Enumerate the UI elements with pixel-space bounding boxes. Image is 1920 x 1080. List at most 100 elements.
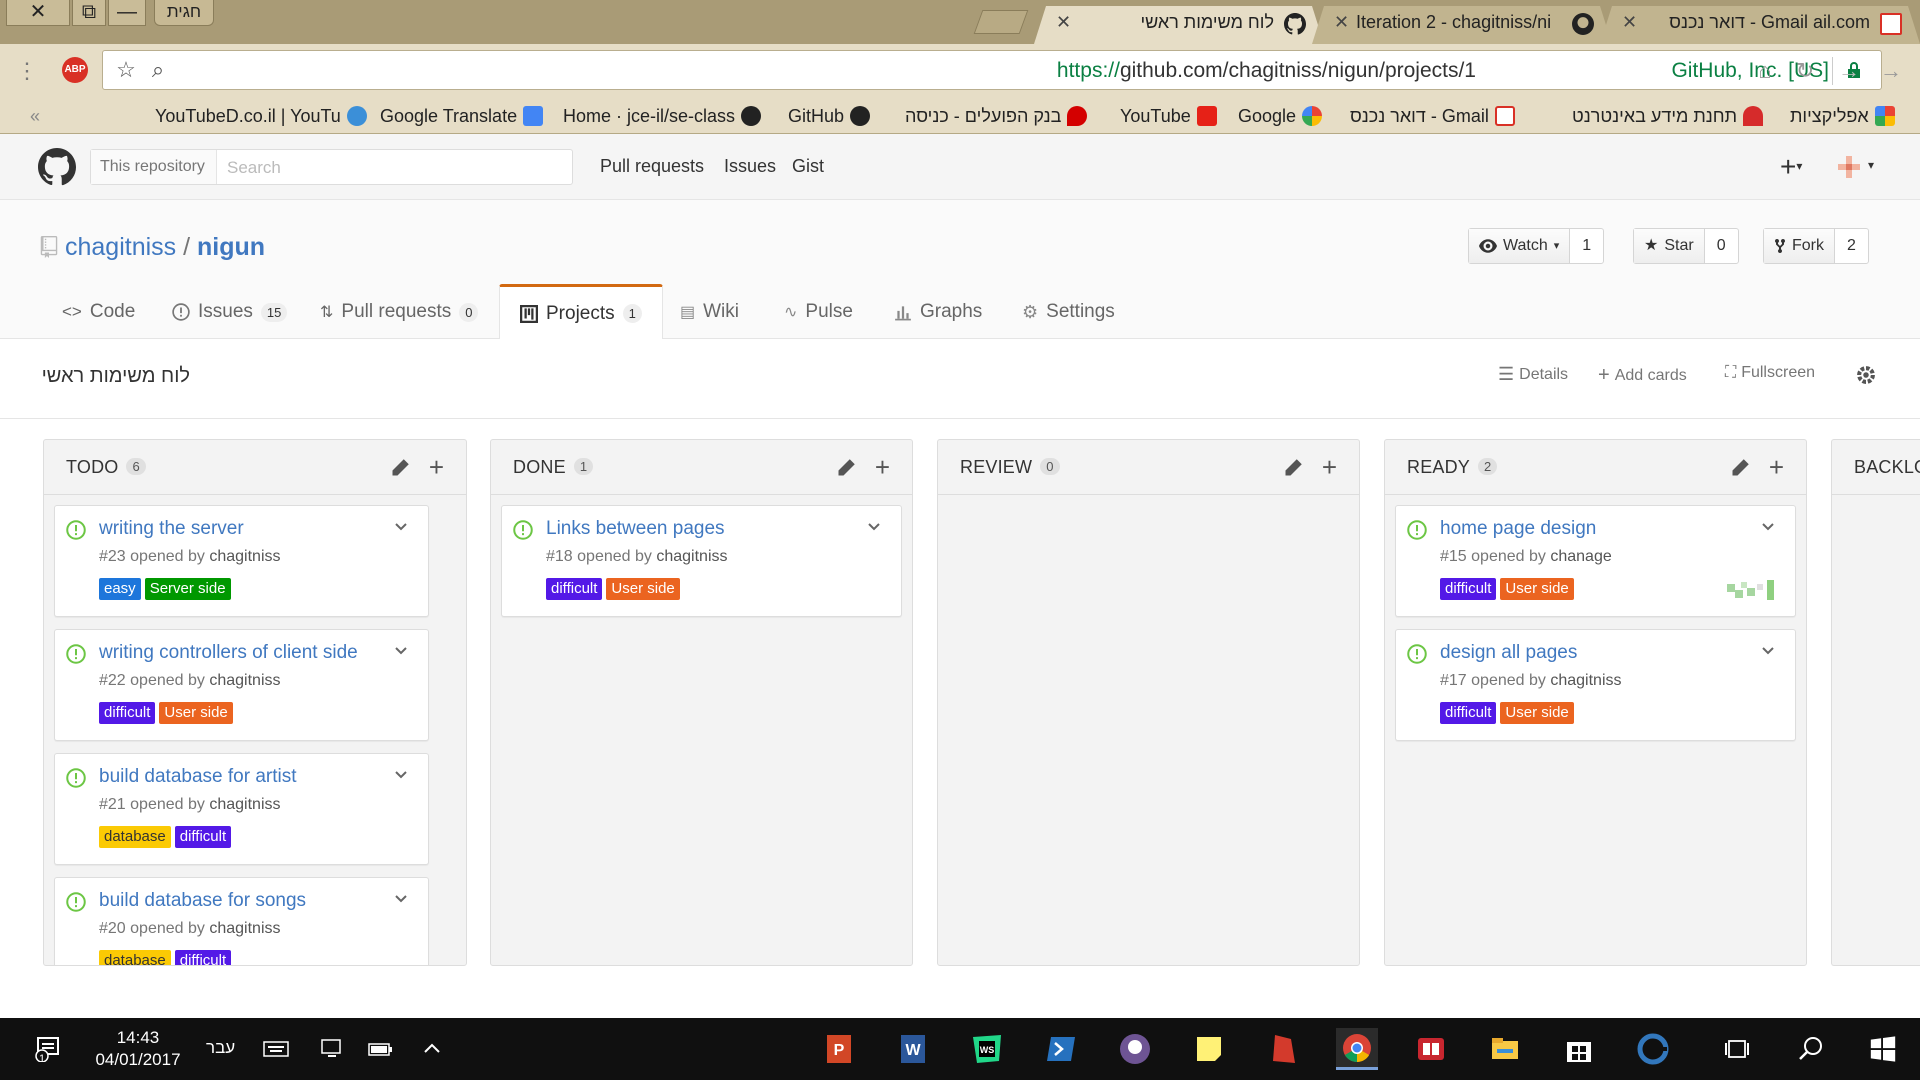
label-difficult[interactable]: difficult (1440, 578, 1497, 600)
star-button[interactable]: ★ Star (1634, 229, 1705, 263)
github-logo-icon[interactable] (38, 148, 76, 186)
label-difficult[interactable]: difficult (174, 826, 232, 848)
author-link[interactable]: chagitniss (209, 672, 280, 689)
search-input[interactable] (227, 156, 557, 180)
fullscreen-button[interactable]: ⛶ Fullscreen (1725, 364, 1815, 382)
reload-icon[interactable]: ↻ (1792, 58, 1818, 84)
sticky-notes-icon[interactable] (1188, 1028, 1230, 1070)
author-link[interactable]: chagitniss (209, 796, 280, 813)
chevron-down-icon[interactable] (394, 644, 408, 658)
tab-code[interactable]: <> Code (62, 284, 135, 340)
file-explorer-icon[interactable] (1484, 1028, 1526, 1070)
watch-count[interactable]: 1 (1570, 229, 1603, 263)
task-view-icon[interactable] (1716, 1028, 1758, 1070)
issue-title-link[interactable]: writing controllers of client side (99, 642, 358, 664)
nav-pull-requests[interactable]: Pull requests (600, 156, 704, 177)
tab-projects[interactable]: Projects 1 (499, 284, 663, 340)
home-icon[interactable]: ⌂ (1752, 58, 1778, 84)
edge-icon[interactable] (1632, 1028, 1674, 1070)
repo-name-link[interactable]: nigun (197, 233, 265, 261)
label-user-side[interactable]: User side (1500, 702, 1574, 724)
issue-card[interactable]: writing the server #23 opened by chagitn… (54, 505, 429, 617)
issue-title-link[interactable]: home page design (1440, 518, 1596, 540)
bookmark-info-station[interactable]: תחנת מידע באינטרנט (1572, 103, 1764, 129)
bookmark-apps[interactable]: אפליקציות (1790, 103, 1895, 129)
tab-close-icon[interactable]: ✕ (1056, 6, 1071, 38)
label-database[interactable]: database (99, 826, 171, 848)
label-user-side[interactable]: User side (1500, 578, 1574, 600)
assignee-avatar[interactable] (1727, 580, 1775, 602)
system-clock[interactable]: 14:43 04/01/2017 (90, 1027, 186, 1071)
bookmark-youtube[interactable]: YouTube (1120, 103, 1217, 129)
tab-graphs[interactable]: Graphs (894, 284, 982, 340)
menu-icon[interactable]: ⋮ (14, 58, 40, 84)
keyboard-icon[interactable] (262, 1036, 290, 1062)
chevron-down-icon[interactable] (394, 520, 408, 534)
fork-count[interactable]: 2 (1835, 229, 1868, 263)
tab-pull-requests[interactable]: ⇅ Pull requests 0 (320, 284, 479, 340)
bookmarks-overflow-icon[interactable]: « (30, 103, 40, 129)
show-hidden-icons-chevron-icon[interactable] (418, 1036, 446, 1062)
label-user-side[interactable]: User side (606, 578, 680, 600)
details-button[interactable]: ☰ Details (1498, 364, 1568, 385)
issue-card[interactable]: design all pages #17 opened by chagitnis… (1395, 629, 1796, 741)
user-menu-chevron-icon[interactable]: ▾ (1868, 158, 1874, 172)
watch-button[interactable]: Watch ▾ (1469, 229, 1571, 263)
nav-issues[interactable]: Issues (724, 156, 776, 177)
nav-gist[interactable]: Gist (792, 156, 824, 177)
pencil-icon[interactable] (1730, 458, 1750, 478)
label-difficult[interactable]: difficult (174, 950, 232, 965)
author-link[interactable]: chagitniss (209, 920, 280, 937)
issue-title-link[interactable]: build database for artist (99, 766, 297, 788)
author-link[interactable]: chagitniss (1550, 672, 1621, 689)
pencil-icon[interactable] (1283, 458, 1303, 478)
label-difficult[interactable]: difficult (99, 702, 156, 724)
avatar[interactable] (1838, 156, 1860, 178)
issue-title-link[interactable]: build database for songs (99, 890, 306, 912)
bookmark-google[interactable]: Google (1238, 103, 1323, 129)
search-icon[interactable]: ⌕ (145, 57, 171, 83)
tab-iteration[interactable]: ✕ Iteration 2 - chagitniss/ni (1312, 6, 1612, 44)
issue-card[interactable]: build database for artist #21 opened by … (54, 753, 429, 865)
issue-card[interactable]: Links between pages #18 opened by chagit… (501, 505, 902, 617)
issue-card[interactable]: writing controllers of client side #22 o… (54, 629, 429, 741)
input-language[interactable]: עבר (206, 1038, 235, 1058)
author-link[interactable]: chagitniss (209, 548, 280, 565)
fork-button[interactable]: Fork (1764, 229, 1835, 263)
issue-card[interactable]: build database for songs #20 opened by c… (54, 877, 429, 965)
label-user-side[interactable]: User side (159, 702, 233, 724)
pencil-icon[interactable] (836, 458, 856, 478)
bookmark-github[interactable]: GitHub (788, 103, 871, 129)
tab-gmail[interactable]: ✕ דואר נכנס - Gmail ail.com (1600, 6, 1920, 44)
windows-start-icon[interactable] (1862, 1028, 1904, 1070)
chevron-down-icon[interactable] (1761, 520, 1775, 534)
new-tab-button[interactable] (973, 10, 1029, 34)
repo-owner-link[interactable]: chagitniss (65, 233, 176, 261)
word-icon[interactable]: W (892, 1028, 934, 1070)
chevron-down-icon[interactable] (394, 768, 408, 782)
label-database[interactable]: database (99, 950, 171, 965)
project-settings-gear-icon[interactable] (1855, 364, 1877, 386)
tab-issues[interactable]: Issues 15 (172, 284, 288, 340)
github-desktop-icon[interactable] (1114, 1028, 1156, 1070)
add-card-plus-icon[interactable]: + (875, 454, 890, 480)
tab-close-icon[interactable]: ✕ (1334, 6, 1349, 38)
chevron-down-icon[interactable] (1761, 644, 1775, 658)
app-icon[interactable] (1262, 1028, 1304, 1070)
label-easy[interactable]: easy (99, 578, 141, 600)
adblock-icon[interactable]: ABP (62, 57, 88, 83)
issue-title-link[interactable]: design all pages (1440, 642, 1577, 664)
chevron-down-icon[interactable] (867, 520, 881, 534)
chrome-icon[interactable] (1336, 1028, 1378, 1070)
tab-wiki[interactable]: ▤ Wiki (680, 284, 739, 340)
reader-icon[interactable] (1410, 1028, 1452, 1070)
label-difficult[interactable]: difficult (1440, 702, 1497, 724)
back-icon[interactable]: → (1878, 58, 1904, 84)
bookmark-star-icon[interactable]: ☆ (113, 57, 139, 83)
forward-icon[interactable]: → (1836, 58, 1862, 84)
powershell-icon[interactable] (1040, 1028, 1082, 1070)
chevron-down-icon[interactable] (394, 892, 408, 906)
search-icon[interactable] (1790, 1028, 1832, 1070)
tab-settings[interactable]: ⚙ Settings (1022, 284, 1115, 340)
store-icon[interactable] (1558, 1028, 1600, 1070)
